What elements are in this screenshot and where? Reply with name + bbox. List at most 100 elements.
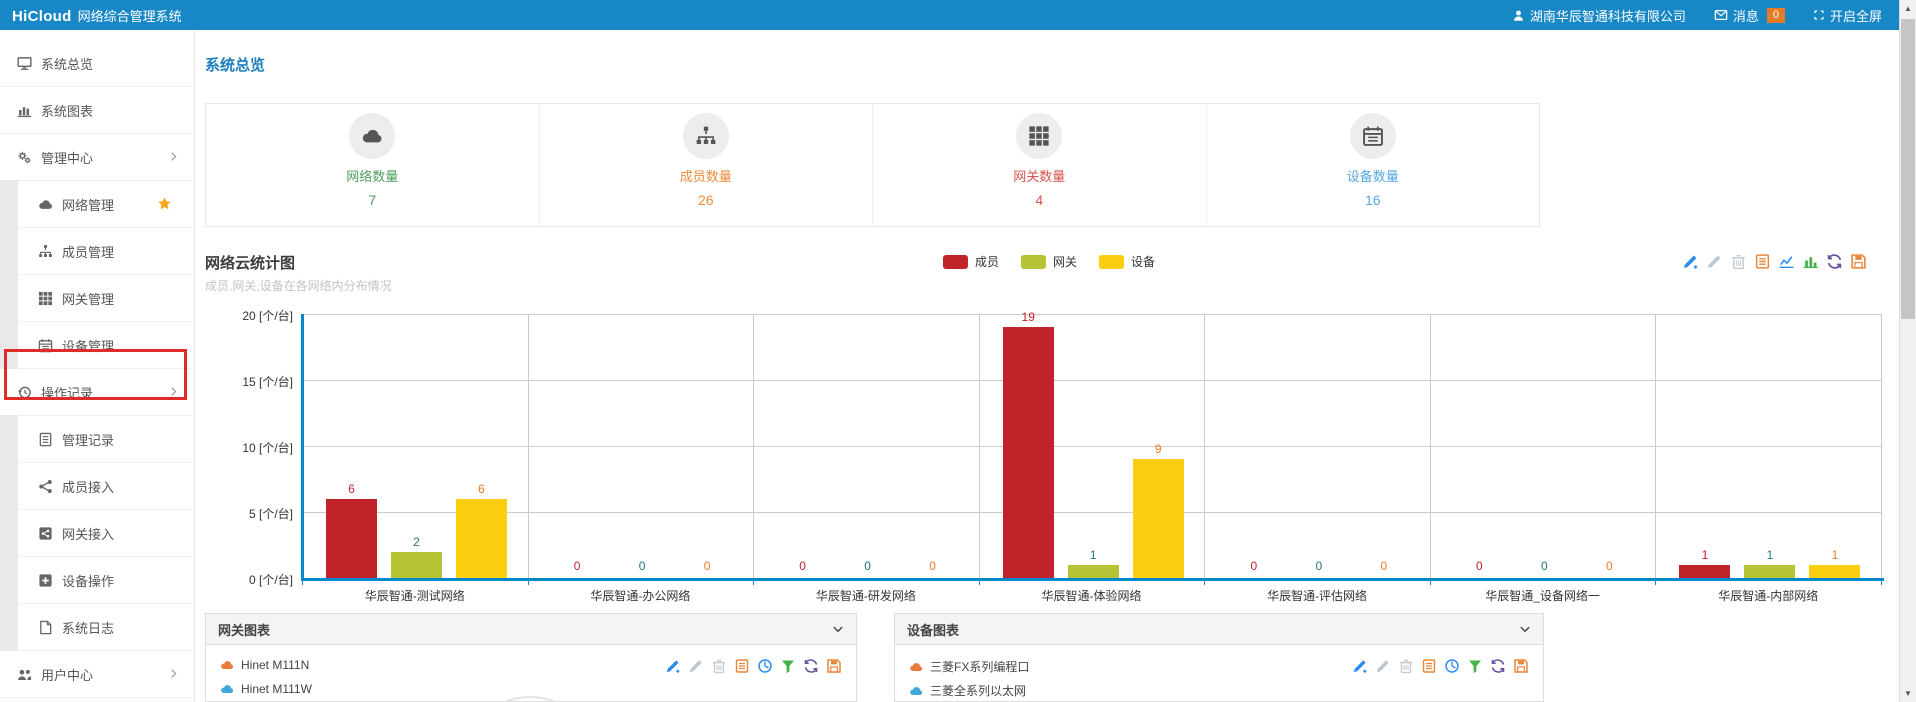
gridline-v (1204, 314, 1205, 578)
bar-value-label: 0 (672, 559, 743, 573)
scrollbar-up-button[interactable]: ▲ (1900, 0, 1916, 17)
panel-item-0-0[interactable]: Hinet M111N (220, 658, 309, 672)
share-icon (38, 479, 53, 494)
doc-view-icon (1754, 253, 1771, 270)
sidebar-item-device-operations[interactable]: 设备操作 (0, 557, 194, 604)
chart-legend: 成员 网关 设备 (943, 253, 1155, 270)
highlight-box-device-management (4, 349, 187, 400)
sidebar-item-member-access[interactable]: 成员接入 (0, 463, 194, 510)
gridline-v (753, 314, 754, 578)
toolbox-doc-view-button[interactable] (734, 658, 750, 674)
device-icon-wrap (909, 660, 923, 674)
legend-item-0[interactable]: 成员 (943, 253, 999, 270)
sidebar-item-label: 系统日志 (62, 618, 114, 637)
toolbox-doc-view-button[interactable] (1754, 253, 1771, 270)
company-account[interactable]: 湖南华辰智通科技有限公司 (1512, 6, 1686, 25)
x-axis-category-label: 华辰智通-内部网络 (1655, 587, 1881, 604)
x-axis-tick (1655, 581, 1656, 585)
bar-value-label: 0 (607, 559, 678, 573)
sidebar-item-management-records[interactable]: 管理记录 (0, 416, 194, 463)
toolbox-refresh-button[interactable] (1490, 658, 1506, 674)
doc-lines-icon-wrap (38, 432, 53, 447)
messages-button[interactable]: 消息0 (1714, 6, 1785, 25)
trash-icon (1730, 253, 1747, 270)
panel-item-label: Hinet M111N (241, 658, 309, 672)
legend-item-1[interactable]: 网关 (1021, 253, 1077, 270)
panel-device-charts-header[interactable]: 设备图表 (895, 614, 1543, 645)
sidebar-item-gateway-management[interactable]: 网关管理 (0, 275, 194, 322)
calendar-icon-circle (1350, 113, 1396, 159)
panel-item-1-1[interactable]: 三菱全系列以太网 (909, 682, 1026, 699)
toolbox-pencil-add-button[interactable] (1352, 658, 1368, 674)
network-cloud-chart: 网络云统计图成员,网关,设备在各网络内分布情况成员网关设备20 [个/台]15 … (205, 240, 1893, 602)
line-chart-icon (1778, 253, 1795, 270)
sitemap-icon-wrap (38, 244, 53, 259)
bar-value-label: 0 (1348, 559, 1419, 573)
sitemap-icon (695, 125, 717, 147)
gridline-v (979, 314, 980, 578)
toolbox-pencil-add-button[interactable] (665, 658, 681, 674)
doc-view-icon (1421, 658, 1437, 674)
legend-label: 网关 (1053, 253, 1077, 270)
gears-icon-wrap (17, 150, 32, 165)
bar-chart-icon (1802, 253, 1819, 270)
grid-icon (38, 291, 53, 306)
scrollbar-thumb[interactable] (1901, 19, 1915, 319)
scrollbar-down-button[interactable]: ▼ (1900, 685, 1916, 702)
toolbox-trash-button[interactable] (711, 658, 727, 674)
toolbox-save-button[interactable] (826, 658, 842, 674)
chart-subtitle: 成员,网关,设备在各网络内分布情况 (205, 277, 392, 294)
toolbox-trash-button[interactable] (1730, 253, 1747, 270)
toolbox-trash-button[interactable] (1398, 658, 1414, 674)
toolbox-save-button[interactable] (1513, 658, 1529, 674)
cloud-icon (909, 660, 923, 674)
sidebar-item-label: 网络管理 (62, 195, 114, 214)
panel-gateway-charts-header[interactable]: 网关图表 (206, 614, 856, 645)
gridline-h (302, 512, 1881, 513)
toolbox-pie-clock-button[interactable] (757, 658, 773, 674)
sidebar-item-gateway-access[interactable]: 网关接入 (0, 510, 194, 557)
chevron-down-icon-wrap[interactable] (1519, 623, 1531, 635)
legend-item-2[interactable]: 设备 (1099, 253, 1155, 270)
chevron-down-icon-wrap[interactable] (832, 623, 844, 635)
stat-member-count: 成员数量26 (540, 104, 874, 226)
stats-card: 网络数量7成员数量26网关数量4设备数量16 (205, 103, 1540, 227)
trash-icon (711, 658, 727, 674)
toolbox-funnel-button[interactable] (780, 658, 796, 674)
panel-item-label: 三菱FX系列编程口 (930, 658, 1029, 675)
sidebar-item-user-center[interactable]: 用户中心 (0, 651, 194, 698)
toolbox-bar-chart-button[interactable] (1802, 253, 1819, 270)
chart-bar-icon-wrap (17, 103, 32, 118)
sidebar-item-system-charts[interactable]: 系统图表 (0, 87, 194, 134)
stat-value: 16 (1365, 192, 1381, 208)
toolbox-refresh-button[interactable] (1826, 253, 1843, 270)
sidebar-item-network-management[interactable]: 网络管理 (0, 181, 194, 228)
gears-icon (17, 150, 32, 165)
panel-item-1-0[interactable]: 三菱FX系列编程口 (909, 658, 1029, 675)
favorite-star-icon[interactable] (157, 196, 172, 211)
stat-network-count: 网络数量7 (206, 104, 540, 226)
toolbox-funnel-button[interactable] (1467, 658, 1483, 674)
x-axis-tick (1430, 581, 1431, 585)
pencil-add-icon (1682, 253, 1699, 270)
bar-网关-3 (1068, 565, 1119, 578)
toolbox-pencil-button[interactable] (1706, 253, 1723, 270)
pencil-icon (1375, 658, 1391, 674)
fullscreen-button[interactable]: 开启全屏 (1813, 6, 1882, 25)
panel-item-0-1[interactable]: Hinet M111W (220, 682, 312, 696)
sidebar-item-system-overview[interactable]: 系统总览 (0, 40, 194, 87)
toolbox-save-button[interactable] (1850, 253, 1867, 270)
toolbox-pencil-add-button[interactable] (1682, 253, 1699, 270)
toolbox-doc-view-button[interactable] (1421, 658, 1437, 674)
sidebar-item-management-center[interactable]: 管理中心 (0, 134, 194, 181)
sidebar-item-member-management[interactable]: 成员管理 (0, 228, 194, 275)
funnel-icon (1467, 658, 1483, 674)
toolbox-line-chart-button[interactable] (1778, 253, 1795, 270)
toolbox-pencil-button[interactable] (1375, 658, 1391, 674)
sidebar-item-system-logs[interactable]: 系统日志 (0, 604, 194, 651)
toolbox-pie-clock-button[interactable] (1444, 658, 1460, 674)
bar-value-label: 0 (1444, 559, 1515, 573)
device-icon-wrap (909, 684, 923, 698)
toolbox-pencil-button[interactable] (688, 658, 704, 674)
toolbox-refresh-button[interactable] (803, 658, 819, 674)
